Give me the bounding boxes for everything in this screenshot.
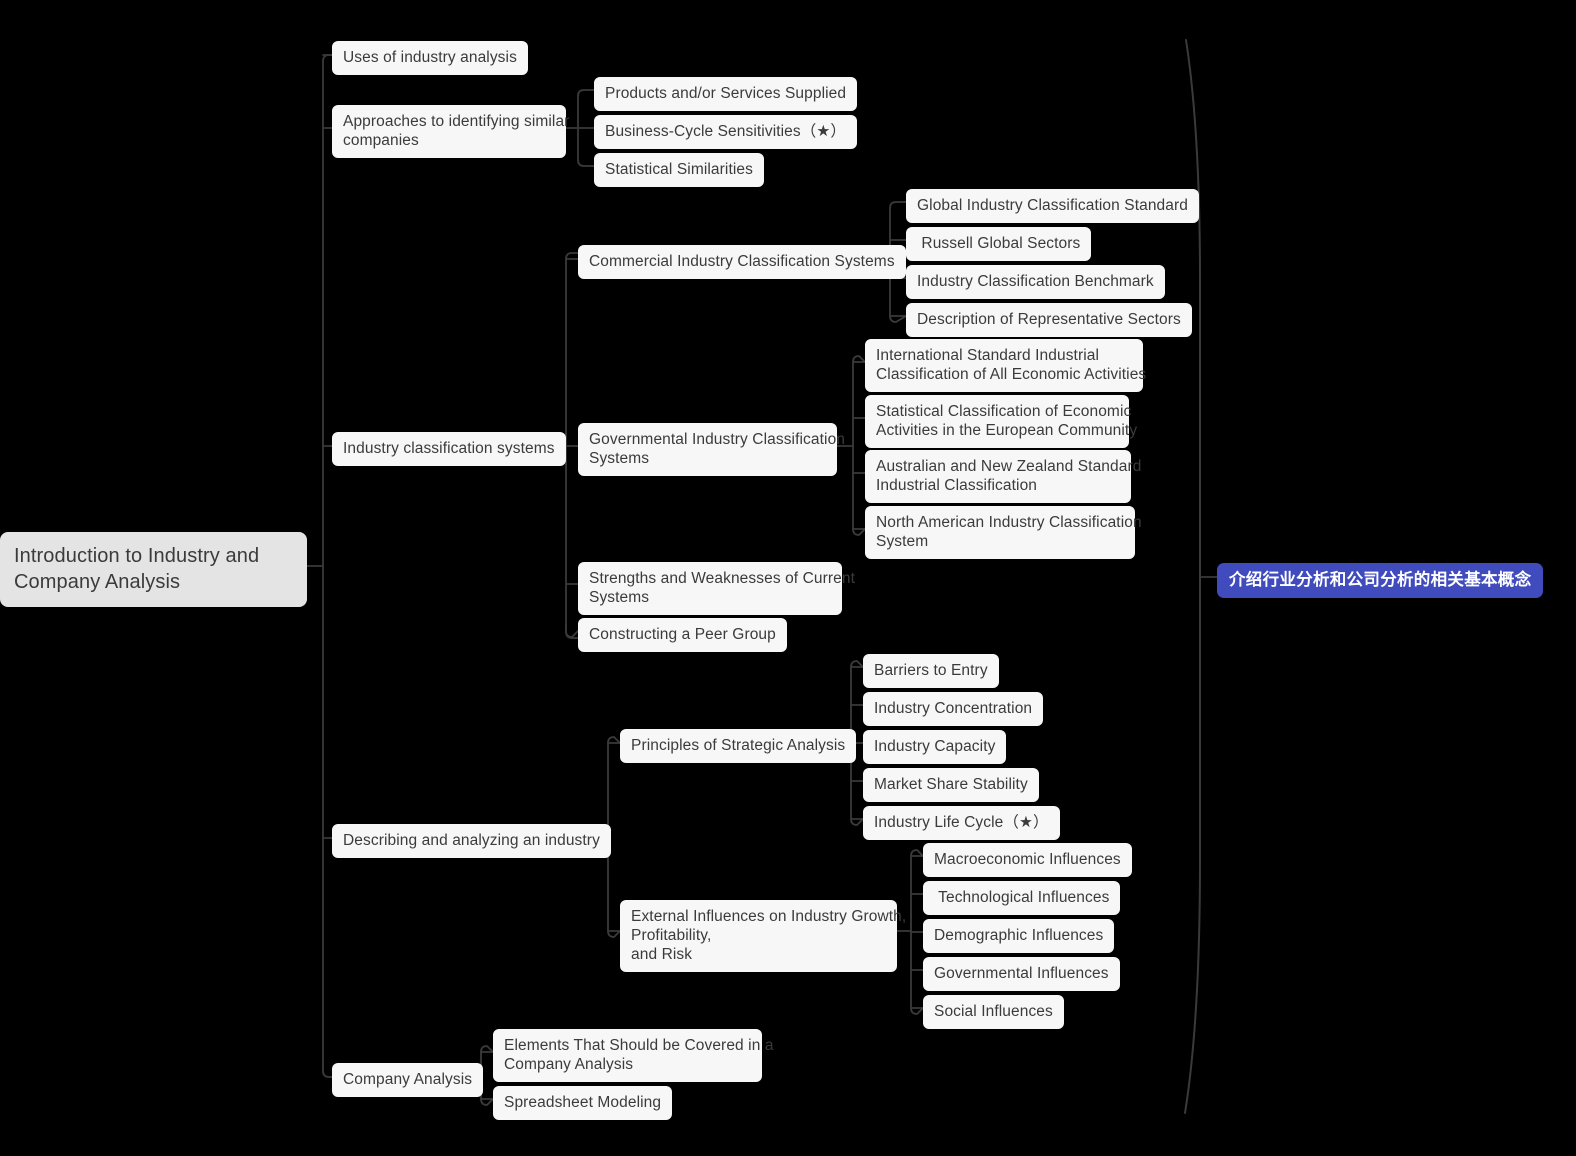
leaf-russell-global-sectors[interactable]: Russell Global Sectors	[906, 227, 1092, 261]
leaf-description-of-representative-sectors[interactable]: Description of Representative Sectors	[906, 303, 1192, 337]
leaf-elements-covered-in-a-company-analysis[interactable]: Elements That Should be Covered in a Com…	[493, 1029, 773, 1082]
branch-company-analysis[interactable]: Company Analysis	[332, 1063, 484, 1097]
root-node[interactable]: Introduction to Industry and Company Ana…	[0, 532, 307, 607]
leaf-barriers-to-entry[interactable]: Barriers to Entry	[863, 654, 999, 688]
branch-industry-classification-systems[interactable]: Industry classification systems	[332, 432, 566, 466]
leaf-australian-new-zealand-standard-industrial-classification[interactable]: Australian and New Zealand Standard Indu…	[865, 450, 1141, 503]
sub-principles-of-strategic-analysis[interactable]: Principles of Strategic Analysis	[620, 729, 857, 763]
leaf-industry-classification-benchmark[interactable]: Industry Classification Benchmark	[906, 265, 1165, 299]
leaf-industry-capacity[interactable]: Industry Capacity	[863, 730, 1007, 764]
sub-commercial-industry-classification-systems[interactable]: Commercial Industry Classification Syste…	[578, 245, 906, 279]
branch-describing-and-analyzing-an-industry[interactable]: Describing and analyzing an industry	[332, 824, 611, 858]
leaf-statistical-classification-european-community[interactable]: Statistical Classification of Economic A…	[865, 395, 1137, 448]
leaf-market-share-stability[interactable]: Market Share Stability	[863, 768, 1039, 802]
leaf-international-standard-industrial-classification[interactable]: International Standard Industrial Classi…	[865, 339, 1146, 392]
sub-constructing-a-peer-group[interactable]: Constructing a Peer Group	[578, 618, 787, 652]
branch-uses-of-industry-analysis[interactable]: Uses of industry analysis	[332, 41, 528, 75]
branch-approaches-to-identifying-similar-companies[interactable]: Approaches to identifying similar compan…	[332, 105, 569, 158]
leaf-governmental-influences[interactable]: Governmental Influences	[923, 957, 1120, 991]
mindmap-canvas: Introduction to Industry and Company Ana…	[0, 0, 1576, 1156]
leaf-demographic-influences[interactable]: Demographic Influences	[923, 919, 1115, 953]
sub-external-influences-on-industry-growth[interactable]: External Influences on Industry Growth, …	[620, 900, 906, 972]
sub-governmental-industry-classification-systems[interactable]: Governmental Industry Classification Sys…	[578, 423, 845, 476]
leaf-macroeconomic-influences[interactable]: Macroeconomic Influences	[923, 843, 1132, 877]
leaf-industry-life-cycle[interactable]: Industry Life Cycle（★）	[863, 806, 1060, 840]
leaf-north-american-industry-classification-system[interactable]: North American Industry Classification S…	[865, 506, 1142, 559]
leaf-products-and-services-supplied[interactable]: Products and/or Services Supplied	[594, 77, 858, 111]
leaf-statistical-similarities[interactable]: Statistical Similarities	[594, 153, 764, 187]
leaf-technological-influences[interactable]: Technological Influences	[923, 881, 1121, 915]
leaf-spreadsheet-modeling[interactable]: Spreadsheet Modeling	[493, 1086, 673, 1120]
leaf-industry-concentration[interactable]: Industry Concentration	[863, 692, 1044, 726]
sub-strengths-and-weaknesses-of-current-systems[interactable]: Strengths and Weaknesses of Current Syst…	[578, 562, 855, 615]
summary-badge[interactable]: 介绍行业分析和公司分析的相关基本概念	[1217, 563, 1544, 598]
leaf-global-industry-classification-standard[interactable]: Global Industry Classification Standard	[906, 189, 1199, 223]
leaf-social-influences[interactable]: Social Influences	[923, 995, 1064, 1029]
leaf-business-cycle-sensitivities[interactable]: Business-Cycle Sensitivities（★）	[594, 115, 857, 149]
